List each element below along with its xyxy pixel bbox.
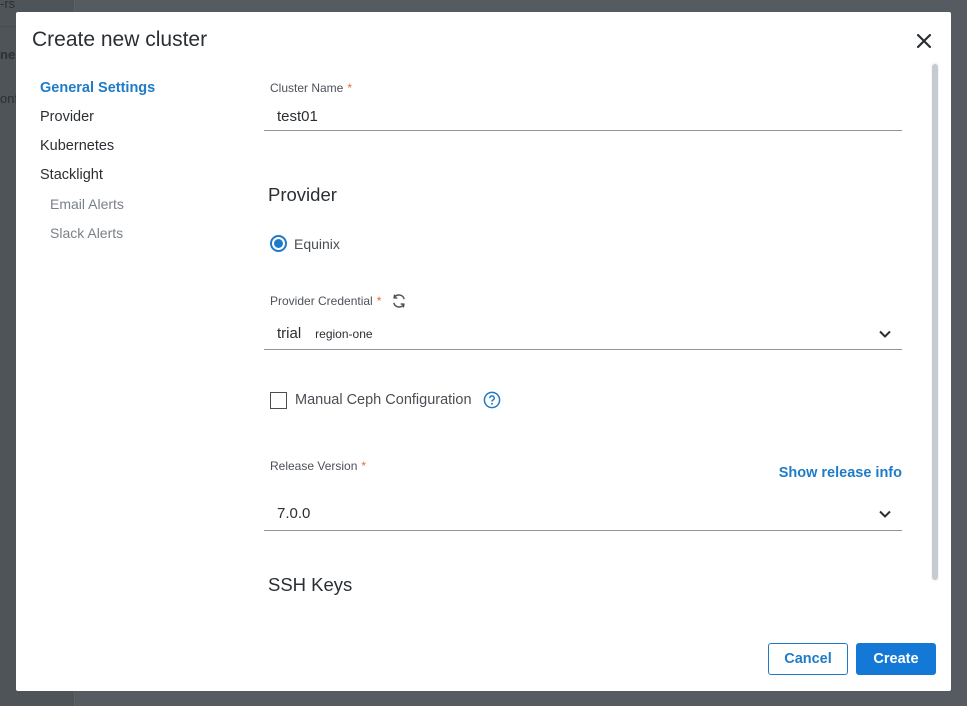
- release-version-value: 7.0.0: [277, 504, 311, 522]
- close-icon: [916, 33, 932, 49]
- release-version-select[interactable]: 7.0.0: [264, 496, 902, 531]
- show-release-info-link[interactable]: Show release info: [779, 465, 902, 481]
- credential-region: region-one: [315, 326, 373, 341]
- radio-label: Equinix: [294, 235, 340, 252]
- cluster-name-input[interactable]: [264, 103, 902, 131]
- background-text: -rs: [0, 0, 16, 11]
- nav-item-stacklight[interactable]: Stacklight: [40, 165, 155, 194]
- required-marker: *: [361, 459, 367, 473]
- cluster-name-label-text: Cluster Name: [270, 81, 344, 95]
- manual-ceph-checkbox[interactable]: [270, 391, 287, 409]
- provider-option-equinix[interactable]: Equinix: [270, 235, 340, 252]
- manual-ceph-label[interactable]: Manual Ceph Configuration: [295, 392, 472, 408]
- radio-button[interactable]: [270, 235, 287, 252]
- nav-item-general-settings[interactable]: General Settings: [40, 78, 155, 107]
- provider-heading: Provider: [268, 184, 337, 205]
- create-cluster-dialog: Create new cluster General Settings Prov…: [16, 12, 951, 691]
- provider-credential-label: Provider Credential *: [270, 292, 408, 310]
- provider-credential-select[interactable]: trial region-one: [264, 318, 902, 350]
- refresh-icon[interactable]: [390, 292, 408, 310]
- required-marker: *: [347, 81, 353, 95]
- chevron-down-icon: [879, 510, 891, 518]
- cluster-name-label: Cluster Name *: [270, 81, 352, 95]
- scrollbar-thumb[interactable]: [932, 64, 938, 580]
- create-button[interactable]: Create: [856, 643, 936, 675]
- help-icon[interactable]: [483, 391, 501, 409]
- release-version-label-text: Release Version: [270, 459, 358, 473]
- radio-selected-dot: [274, 239, 283, 248]
- provider-credential-label-text: Provider Credential: [270, 294, 373, 308]
- dialog-title: Create new cluster: [32, 28, 208, 51]
- background-text: ne.: [0, 47, 16, 62]
- cancel-button[interactable]: Cancel: [768, 643, 848, 675]
- credential-value: trial: [277, 325, 302, 342]
- scrollbar[interactable]: [931, 62, 939, 582]
- nav-item-email-alerts[interactable]: Email Alerts: [40, 194, 155, 223]
- close-button[interactable]: [911, 28, 937, 54]
- manual-ceph-row: Manual Ceph Configuration: [270, 391, 501, 409]
- required-marker: *: [376, 294, 382, 308]
- background-text: onf: [0, 91, 16, 106]
- nav-item-provider[interactable]: Provider: [40, 107, 155, 136]
- settings-nav: General Settings Provider Kubernetes Sta…: [40, 78, 155, 252]
- ssh-keys-heading: SSH Keys: [268, 574, 353, 595]
- release-version-label: Release Version *: [270, 459, 366, 473]
- nav-item-slack-alerts[interactable]: Slack Alerts: [40, 223, 155, 252]
- nav-item-kubernetes[interactable]: Kubernetes: [40, 136, 155, 165]
- chevron-down-icon: [879, 330, 891, 338]
